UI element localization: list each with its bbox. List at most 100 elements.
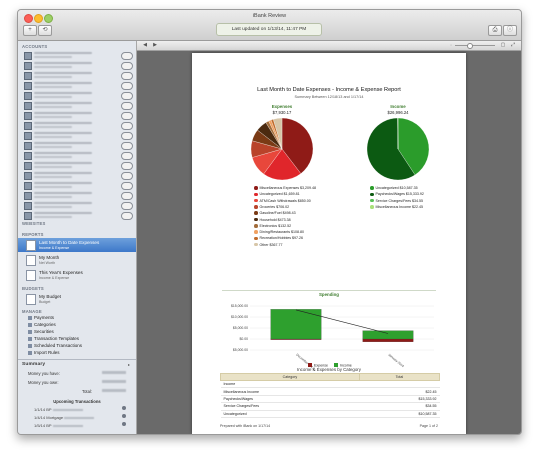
legend-label: Gasoline/Fuel $498.43 bbox=[259, 211, 296, 216]
cloud-sync-icon[interactable] bbox=[121, 162, 133, 170]
zoom-out-icon[interactable]: ▫ bbox=[447, 42, 455, 48]
expense-legend-item: Uncategorized $1,659.81 bbox=[254, 192, 300, 196]
report-item-my-month[interactable]: My Month Net Worth bbox=[18, 253, 136, 267]
status-display: Last updated on 1/13/14, 11:47 PM bbox=[216, 23, 322, 36]
zoom-slider[interactable] bbox=[455, 45, 495, 46]
summary-toggle-icon[interactable]: ▸ bbox=[128, 362, 130, 367]
account-row[interactable] bbox=[22, 151, 133, 160]
x-tick-label: January 2014 bbox=[387, 353, 405, 369]
zoom-in-icon[interactable]: ▢ bbox=[499, 42, 507, 48]
upcoming-dismiss-icon[interactable] bbox=[122, 406, 126, 410]
upcoming-row[interactable]: 1/1/14 BP bbox=[34, 406, 130, 412]
manage-item-scheduled-transactions[interactable]: Scheduled Transactions bbox=[28, 343, 82, 348]
cloud-sync-icon[interactable] bbox=[121, 92, 133, 100]
account-icon bbox=[24, 72, 32, 80]
account-row[interactable] bbox=[22, 131, 133, 140]
account-balance bbox=[34, 185, 72, 188]
account-name bbox=[34, 52, 92, 55]
account-row[interactable] bbox=[22, 101, 133, 110]
report-item-last-month[interactable]: Last Month to Date Expenses Income & Exp… bbox=[18, 238, 136, 252]
report-sub: Net Worth bbox=[39, 260, 56, 265]
sidebar: ACCOUNTS WEBSITES REPORTS Last Month to … bbox=[18, 41, 137, 434]
legend-swatch bbox=[254, 230, 258, 234]
zoom-slider-knob[interactable] bbox=[467, 43, 473, 49]
print-button[interactable]: ⎙ bbox=[488, 25, 502, 36]
table-row: Miscellaneous Income $22.45 bbox=[220, 387, 440, 396]
account-row[interactable] bbox=[22, 171, 133, 180]
account-row[interactable] bbox=[22, 91, 133, 100]
account-row[interactable] bbox=[22, 141, 133, 150]
expense-legend-item: Groceries $706.02 bbox=[254, 205, 289, 209]
manage-header: MANAGE bbox=[22, 309, 42, 314]
upcoming-dismiss-icon[interactable] bbox=[122, 422, 126, 426]
cloud-sync-icon[interactable] bbox=[121, 172, 133, 180]
cloud-sync-icon[interactable] bbox=[121, 102, 133, 110]
category-cell: Miscellaneous Income bbox=[220, 387, 360, 396]
account-name bbox=[34, 122, 92, 125]
account-icon bbox=[24, 62, 32, 70]
legend-swatch bbox=[254, 236, 258, 241]
legend-swatch bbox=[254, 242, 258, 247]
report-view: ◀ ▶ ▫ ▢ ⤢ Last Month to Date Expenses - … bbox=[137, 41, 521, 434]
account-row[interactable] bbox=[22, 121, 133, 130]
cloud-sync-icon[interactable] bbox=[121, 212, 133, 220]
report-item-this-year[interactable]: This Year's Expenses Income & Expense bbox=[18, 268, 136, 282]
account-row[interactable] bbox=[22, 51, 133, 60]
manage-item-securities[interactable]: Securities bbox=[28, 329, 54, 334]
cloud-sync-icon[interactable] bbox=[121, 192, 133, 200]
cloud-sync-icon[interactable] bbox=[121, 142, 133, 150]
account-row[interactable] bbox=[22, 71, 133, 80]
account-row[interactable] bbox=[22, 111, 133, 120]
account-balance bbox=[34, 85, 72, 88]
account-row[interactable] bbox=[22, 211, 133, 220]
legend-swatch bbox=[370, 192, 374, 197]
legend-swatch bbox=[254, 198, 258, 203]
account-balance bbox=[34, 155, 72, 158]
account-row[interactable] bbox=[22, 191, 133, 200]
cloud-sync-icon[interactable] bbox=[121, 82, 133, 90]
fullscreen-icon[interactable]: ⤢ bbox=[509, 42, 517, 48]
account-row[interactable] bbox=[22, 161, 133, 170]
cloud-sync-icon[interactable] bbox=[121, 182, 133, 190]
upcoming-header: Upcoming Transactions bbox=[53, 399, 101, 404]
cloud-sync-icon[interactable] bbox=[121, 112, 133, 120]
cloud-sync-icon[interactable] bbox=[121, 132, 133, 140]
legend-swatch bbox=[254, 217, 258, 222]
account-name bbox=[34, 72, 92, 75]
upcoming-row[interactable]: 1/5/14 BP bbox=[34, 422, 130, 428]
account-icon bbox=[24, 82, 32, 90]
inspector-button[interactable]: ⓘ bbox=[503, 25, 517, 36]
account-icon bbox=[24, 122, 32, 130]
income-total: $26,996.24 bbox=[387, 110, 409, 115]
manage-item-import-rules[interactable]: Import Rules bbox=[28, 350, 60, 355]
legend-swatch bbox=[254, 192, 258, 197]
legend-label: Household $473.38 bbox=[259, 217, 291, 222]
cloud-sync-icon[interactable] bbox=[121, 152, 133, 160]
cloud-sync-icon[interactable] bbox=[121, 62, 133, 70]
upcoming-row[interactable]: 1/4/14 Mortgage bbox=[34, 414, 130, 420]
add-account-button[interactable]: + bbox=[23, 25, 37, 36]
account-row[interactable] bbox=[22, 201, 133, 210]
account-row[interactable] bbox=[22, 61, 133, 70]
cloud-sync-icon[interactable] bbox=[121, 122, 133, 130]
legend-label: ATM/Cash Withdrawals $850.00 bbox=[259, 198, 311, 203]
forward-icon[interactable]: ▶ bbox=[151, 42, 159, 48]
budgets-header: BUDGETS bbox=[22, 286, 44, 291]
cloud-sync-icon[interactable] bbox=[121, 52, 133, 60]
budget-item-my-budget[interactable]: My Budget Budget bbox=[18, 292, 136, 306]
table-row: Uncategorized $10,587.35 bbox=[220, 410, 440, 418]
manage-item-transaction-templates[interactable]: Transaction Templates bbox=[28, 336, 79, 341]
legend-label: Uncategorized $10,587.35 bbox=[375, 186, 418, 190]
cloud-sync-icon[interactable] bbox=[121, 202, 133, 210]
manage-item-payments[interactable]: Payments bbox=[28, 315, 54, 320]
expense-legend-item: Other $367.77 bbox=[254, 243, 282, 247]
account-row[interactable] bbox=[22, 81, 133, 90]
sync-button[interactable]: ⟲ bbox=[38, 25, 52, 36]
summary-label: Money you have: bbox=[28, 371, 60, 376]
account-row[interactable] bbox=[22, 181, 133, 190]
cloud-sync-icon[interactable] bbox=[121, 72, 133, 80]
upcoming-dismiss-icon[interactable] bbox=[122, 414, 126, 418]
manage-item-categories[interactable]: Categories bbox=[28, 322, 56, 327]
back-icon[interactable]: ◀ bbox=[141, 42, 149, 48]
summary-value bbox=[102, 380, 126, 383]
